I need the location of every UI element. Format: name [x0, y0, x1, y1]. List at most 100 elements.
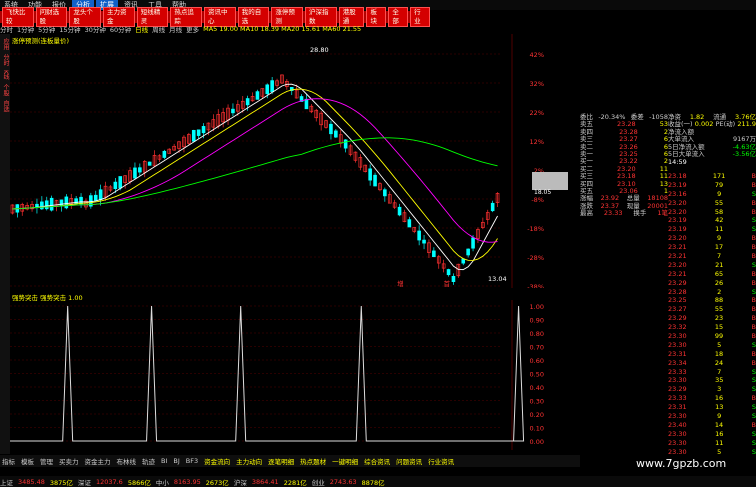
tick-side: S	[751, 438, 756, 447]
tick-price: 23.30	[668, 438, 687, 447]
bottom-tab[interactable]: 轨迹	[140, 456, 157, 466]
indicator-chart[interactable]: 1.00 0.90 0.80 0.70 0.60 0.50 0.40 0.30 0.20 0.10…	[10, 300, 570, 450]
tick-row: 23.30 5 S	[668, 341, 756, 350]
low-label: 13.04	[488, 275, 507, 283]
candle	[334, 130, 338, 138]
bottom-tab[interactable]: 资金主力	[83, 456, 113, 466]
bottom-subtab[interactable]: 问题资讯	[394, 456, 424, 466]
bottom-tab[interactable]: BI	[159, 457, 169, 465]
index-name[interactable]: 中小	[156, 477, 169, 487]
candle	[451, 275, 456, 283]
bottom-tab[interactable]: 布林线	[115, 456, 139, 466]
candle	[93, 194, 98, 201]
crosshair-box	[532, 172, 568, 190]
tick-side: S	[751, 429, 756, 438]
side-tab[interactable]: K线	[1, 70, 10, 80]
period-tab[interactable]: 日线	[135, 24, 148, 34]
candle	[466, 248, 470, 256]
index-name[interactable]: 上证	[0, 477, 13, 487]
period-tab[interactable]: 1分钟	[17, 24, 34, 34]
ma10-line	[12, 88, 498, 261]
tick-volume: 15	[714, 323, 724, 332]
period-bar: 分时 1分钟 5分钟 15分钟 30分钟 60分钟 日线 周线 月线 更多 MA5 19.00 MA…	[0, 24, 580, 34]
period-tab[interactable]: 分时	[0, 24, 13, 34]
function-toolbar: 飞快比较 问财选股 龙头个股 主力资金 短线精灵 热点追踪 资讯中心 我的自选 涨停预测 沪深指数…	[0, 7, 430, 27]
period-tab[interactable]: 30分钟	[85, 24, 106, 34]
tick-price: 23.30	[668, 412, 687, 421]
bottom-subtab[interactable]: 逐笔明细	[266, 456, 296, 466]
index-value: 8163.95	[173, 477, 201, 486]
kline-chart[interactable]: 42%32%22%12%2%-8%-18%-28%-38%28.8013.041…	[10, 34, 570, 288]
axis-tick-label: -18%	[527, 225, 544, 233]
bottom-subtab[interactable]: 行业资讯	[426, 456, 456, 466]
tick-price: 23.34	[668, 358, 687, 367]
bottom-tab[interactable]: BF3	[184, 457, 200, 465]
bottom-tab[interactable]: 模板	[19, 456, 36, 466]
candle	[304, 98, 309, 110]
stat-row: 最高 23.33 换手 1笔	[580, 209, 668, 218]
period-tab[interactable]: 5分钟	[38, 24, 55, 34]
tick-price: 23.30	[668, 332, 687, 341]
bottom-tab[interactable]: 管理	[38, 456, 55, 466]
tick-row: 23.30 9 S	[668, 412, 756, 421]
tick-volume: 16	[714, 394, 724, 403]
bottom-tab[interactable]: 买卖力	[57, 456, 81, 466]
bottom-tab[interactable]: BJ	[171, 457, 181, 465]
axis-tick-label: 0.60	[530, 357, 544, 365]
tick-row: 23.20 58 B	[668, 208, 756, 217]
candle	[471, 237, 475, 249]
tick-row: 23.29 23 B	[668, 314, 756, 323]
axis-tick-label: -38%	[527, 283, 544, 288]
event-marker: 增	[397, 279, 404, 288]
candle	[201, 126, 206, 134]
period-tab[interactable]: 更多	[186, 24, 199, 34]
tick-volume: 26	[714, 278, 724, 287]
tick-price: 23.40	[668, 420, 687, 429]
tick-price: 23.31	[668, 349, 687, 358]
index-value: 3485.48	[18, 477, 45, 486]
index-name[interactable]: 沪深	[234, 477, 247, 487]
quote-info: 净资 1.82 流通 3.76亿 收益(一) 0.002 PE(动) 211.9 净流入额 大单流…	[668, 113, 756, 166]
period-tab[interactable]: 15分钟	[59, 24, 80, 34]
period-tab[interactable]: 60分钟	[110, 24, 131, 34]
bottom-subtab[interactable]: 热点题材	[298, 456, 328, 466]
tick-price: 23.33	[668, 367, 687, 376]
tick-list[interactable]: 23.18 171 B 23.19 79 B 23.16 9 S 23.20 55 B 23.20 58 B…	[668, 172, 756, 457]
index-value: 12037.6	[95, 477, 123, 486]
tick-volume: 23	[714, 314, 724, 323]
axis-tick-label: 1.00	[530, 303, 544, 311]
side-tab[interactable]: 应用	[1, 38, 10, 50]
candle	[44, 200, 49, 210]
side-tab[interactable]: 分时	[1, 54, 10, 66]
axis-tick-label: -28%	[527, 254, 544, 262]
candle	[40, 201, 44, 210]
bottom-subtab[interactable]: 一键明细	[330, 456, 360, 466]
side-tab[interactable]: 个股	[1, 84, 10, 96]
side-tab[interactable]: 自选	[1, 100, 10, 112]
stat-cell: 换手	[633, 209, 647, 218]
tick-row: 23.19 11 S	[668, 225, 756, 234]
tick-side: B	[751, 278, 756, 287]
candle	[422, 239, 426, 244]
bottom-subtab[interactable]: 主力动向	[234, 456, 264, 466]
period-tab[interactable]: 周线	[152, 24, 165, 34]
watermark-text: www.7gpzb.com	[636, 457, 727, 470]
period-tab[interactable]: 月线	[169, 24, 182, 34]
tick-side: S	[751, 260, 756, 269]
candle	[397, 206, 402, 216]
index-name[interactable]: 创业	[312, 477, 325, 487]
bottom-subtab[interactable]: 综合资讯	[362, 456, 392, 466]
ma20-line	[12, 98, 498, 243]
tick-side: B	[751, 269, 756, 278]
index-name[interactable]: 深证	[78, 477, 91, 487]
tick-row: 23.20 21 S	[668, 261, 756, 270]
tick-row: 23.30 35 S	[668, 376, 756, 385]
index-amount: 3875亿	[49, 478, 73, 487]
bottom-subtab[interactable]: 资金流向	[202, 456, 232, 466]
tick-price: 23.20	[668, 207, 687, 216]
tick-price: 23.32	[668, 323, 687, 332]
bottom-tab[interactable]: 指标	[0, 456, 17, 466]
tick-side: B	[751, 323, 756, 332]
tick-volume: 58	[714, 207, 724, 216]
axis-tick-label: 0.10	[530, 425, 544, 433]
